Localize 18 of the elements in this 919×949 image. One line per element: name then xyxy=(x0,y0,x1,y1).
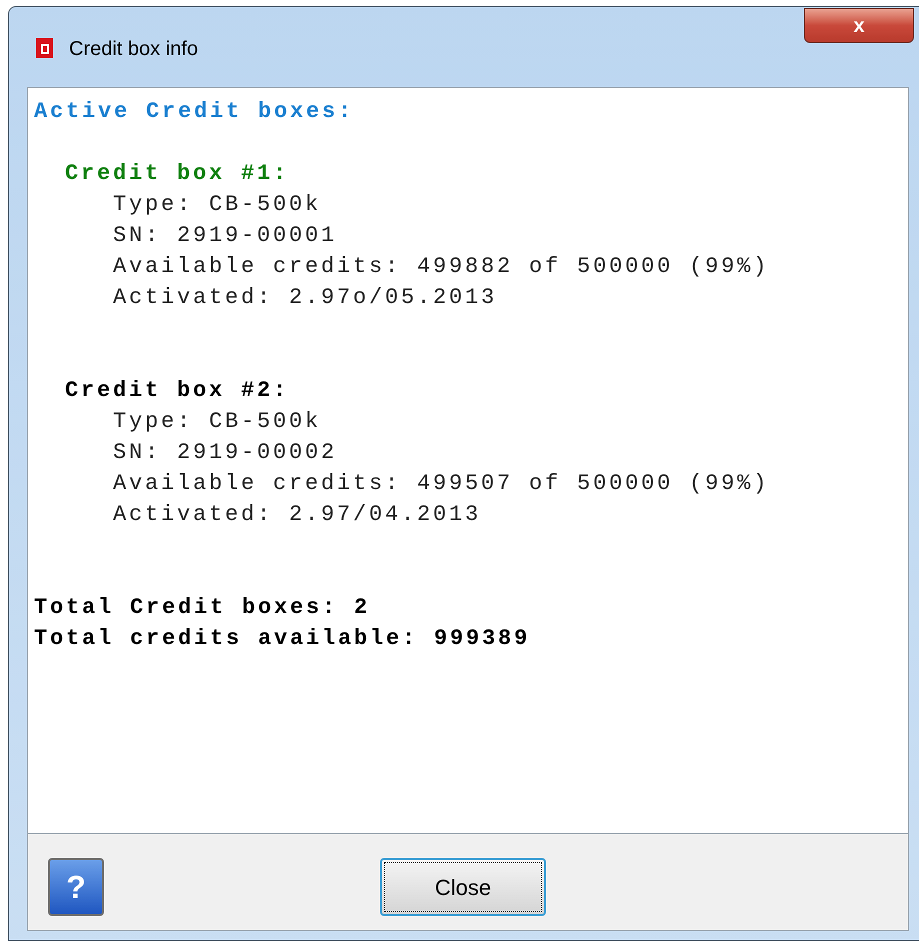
report-heading: Active Credit boxes: xyxy=(34,99,354,124)
window-title: Credit box info xyxy=(69,37,198,62)
close-button[interactable]: x xyxy=(804,8,914,43)
detail-line: Type: CB-500k xyxy=(113,192,322,217)
detail-line: Available credits: 499882 of 500000 (99%) xyxy=(113,254,770,279)
total-line: Total credits available: 999389 xyxy=(34,626,530,651)
box-title: Credit box #2: xyxy=(65,378,290,403)
total-line: Total Credit boxes: 2 xyxy=(34,595,370,620)
detail-line: Available credits: 499507 of 500000 (99%) xyxy=(113,471,770,496)
help-button[interactable]: ? xyxy=(48,858,104,916)
app-logo-icon xyxy=(35,37,55,59)
detail-line: Type: CB-500k xyxy=(113,409,322,434)
detail-line: Activated: 2.97o/05.2013 xyxy=(113,285,498,310)
box-title: Credit box #1: xyxy=(65,161,290,186)
detail-line: Activated: 2.97/04.2013 xyxy=(113,502,482,527)
detail-line: SN: 2919-00002 xyxy=(113,440,338,465)
close-button[interactable]: Close xyxy=(380,858,546,916)
detail-line: SN: 2919-00001 xyxy=(113,223,338,248)
